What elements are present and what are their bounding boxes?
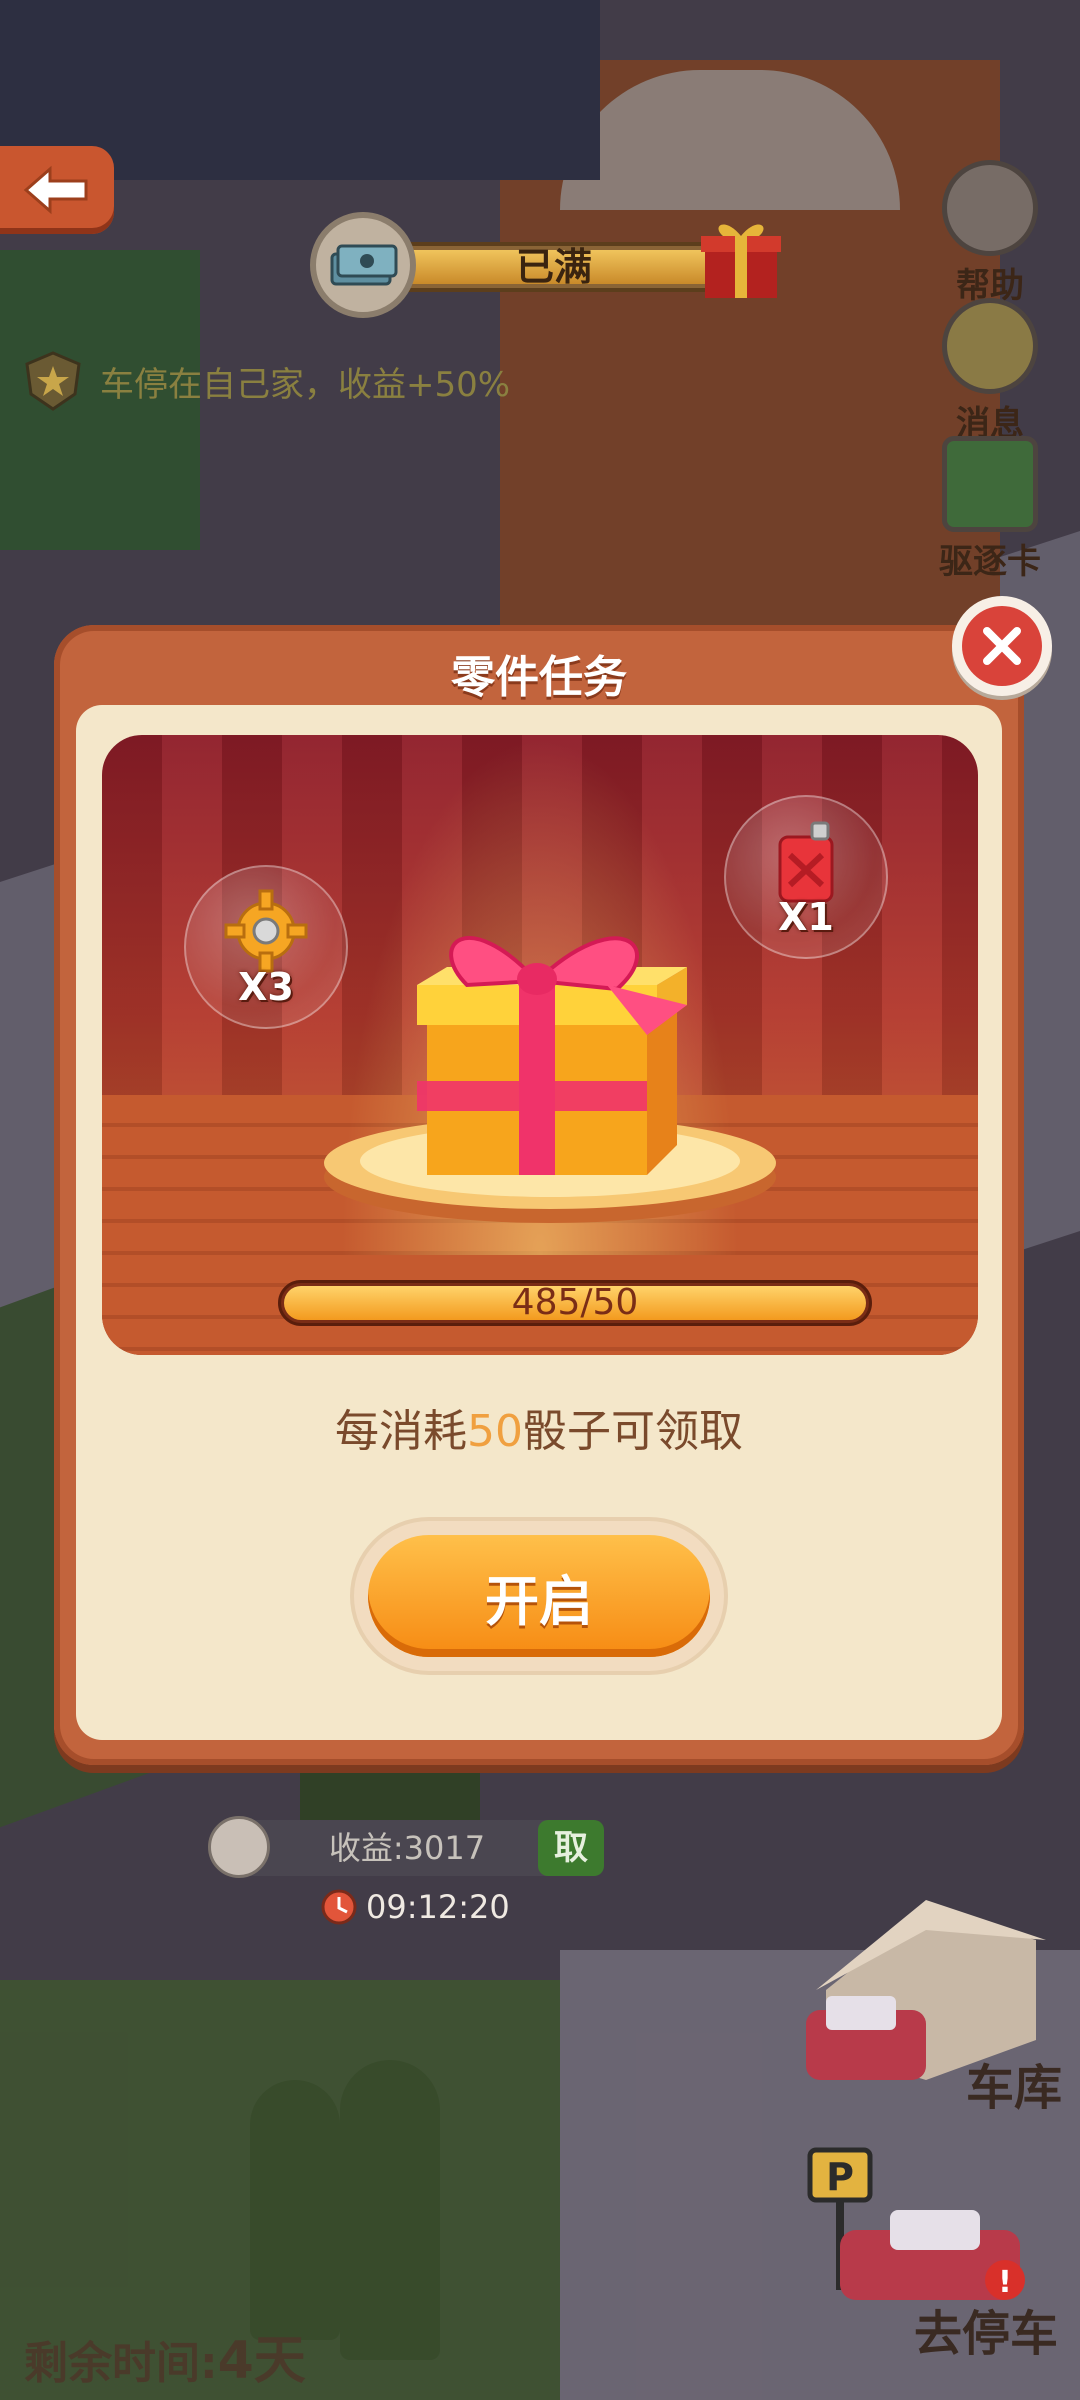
- fuel-can-icon: [778, 821, 834, 903]
- modal-title: 零件任务: [451, 652, 627, 703]
- remaining-days: 4天: [217, 2331, 306, 2391]
- reward-gear-bubble: X3: [184, 865, 348, 1029]
- collect-button[interactable]: 取: [538, 1820, 604, 1876]
- desc-highlight: 50: [467, 1406, 523, 1457]
- megaphone-icon: [942, 298, 1038, 394]
- gear-quantity: X3: [238, 965, 294, 1009]
- reward-stage: X3 X1 485/50: [102, 735, 978, 1355]
- svg-text:P: P: [826, 2155, 854, 2199]
- open-button-label: 开启: [368, 1535, 710, 1657]
- storage-bar[interactable]: 已满: [310, 212, 781, 318]
- back-button[interactable]: [0, 146, 114, 234]
- claim-description: 每消耗50骰子可领取: [76, 1395, 1002, 1459]
- evict-card-icon: [942, 436, 1038, 532]
- go-park-label[interactable]: 去停车: [914, 2294, 1058, 2364]
- modal-body: X3 X1 485/50 每消耗50骰子可领取 开启: [76, 705, 1002, 1740]
- gift-box-icon: [417, 936, 687, 1175]
- evict-card-button[interactable]: 驱逐卡: [920, 436, 1060, 583]
- star-shield-icon: [25, 351, 81, 411]
- evict-card-label: 驱逐卡: [939, 542, 1041, 582]
- storage-track: 已满: [370, 242, 738, 292]
- bonus-text: 车停在自己家，收益+50%: [100, 364, 511, 405]
- parts-task-modal: 零件任务 X3 X1 485/50 每消耗50骰子可领取 开启: [54, 625, 1024, 1765]
- parking-icon[interactable]: P !: [800, 2130, 1030, 2310]
- earnings-pill: 收益:3017 取: [208, 1816, 604, 1878]
- remaining-time: 剩余时间:4天: [24, 2318, 306, 2393]
- gear-icon: [224, 889, 308, 973]
- close-icon: [962, 606, 1042, 686]
- messages-button[interactable]: 消息: [920, 298, 1060, 445]
- back-arrow-icon: [23, 165, 88, 215]
- fuel-quantity: X1: [778, 895, 834, 939]
- help-button[interactable]: 帮助: [920, 160, 1060, 307]
- open-button[interactable]: 开启: [354, 1521, 724, 1671]
- garage-label[interactable]: 车库: [966, 2048, 1062, 2118]
- money-stack-icon: [310, 212, 416, 318]
- earnings-text: 收益:3017: [328, 1829, 486, 1867]
- avatar: [208, 1816, 270, 1878]
- desc-prefix: 每消耗: [335, 1406, 467, 1457]
- clock-icon: [321, 1889, 357, 1925]
- parking-timer: 09:12:20: [320, 1888, 510, 1926]
- handshake-icon: [942, 160, 1038, 256]
- task-progress-bar: 485/50: [278, 1280, 872, 1326]
- home-parking-bonus: 车停在自己家，收益+50%: [22, 350, 510, 412]
- storage-label: 已满: [515, 245, 592, 289]
- timer-text: 09:12:20: [366, 1888, 510, 1926]
- red-gift-icon: [701, 224, 781, 298]
- desc-suffix: 骰子可领取: [523, 1406, 743, 1457]
- close-modal-button[interactable]: [952, 596, 1052, 696]
- remaining-label: 剩余时间:: [24, 2338, 218, 2389]
- reward-fuel-bubble: X1: [724, 795, 888, 959]
- task-progress-text: 485/50: [511, 1282, 639, 1323]
